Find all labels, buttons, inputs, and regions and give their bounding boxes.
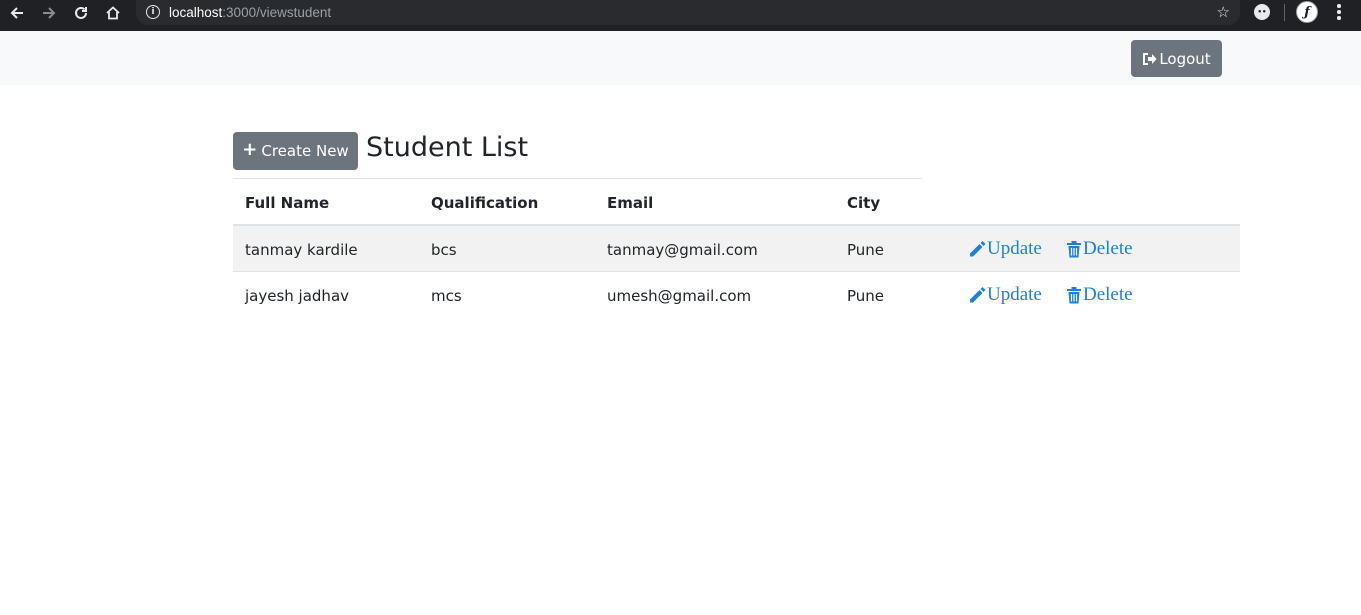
header-email: Email xyxy=(607,194,654,212)
cell-city: Pune xyxy=(847,287,885,305)
update-link[interactable]: Update xyxy=(968,284,1042,306)
delete-label: Delete xyxy=(1083,284,1133,305)
back-icon[interactable] xyxy=(4,0,30,26)
bookmark-star-icon[interactable]: ☆ xyxy=(1217,3,1230,21)
create-new-button[interactable]: + Create New xyxy=(233,132,358,170)
trash-icon xyxy=(1067,241,1081,258)
pencil-icon xyxy=(970,287,986,303)
table-row: jayesh jadhav mcs umesh@gmail.com Pune U… xyxy=(233,272,1240,318)
delete-link[interactable]: Delete xyxy=(1066,284,1133,306)
update-link[interactable]: Update xyxy=(968,238,1042,260)
header-qualification: Qualification xyxy=(431,194,539,212)
url-text[interactable]: localhost:3000/viewstudent xyxy=(169,4,331,21)
toolbar-divider xyxy=(1284,4,1285,21)
page-title: Student List xyxy=(366,132,529,163)
logout-label: Logout xyxy=(1159,49,1211,68)
update-label: Update xyxy=(987,284,1042,305)
profile-avatar[interactable]: ƒ xyxy=(1296,1,1318,23)
cell-full-name: jayesh jadhav xyxy=(245,287,350,305)
extension-icon[interactable]: •• xyxy=(1254,4,1270,20)
header-city: City xyxy=(847,194,881,212)
forward-icon[interactable] xyxy=(36,0,62,26)
table-header: Full Name Qualification Email City xyxy=(233,179,922,225)
cell-email: umesh@gmail.com xyxy=(607,287,752,305)
site-info-icon[interactable]: i xyxy=(146,5,160,19)
pencil-icon xyxy=(970,241,986,257)
header-full-name: Full Name xyxy=(245,194,330,212)
cell-city: Pune xyxy=(847,241,885,259)
plus-icon: + xyxy=(242,139,258,160)
cell-full-name: tanmay kardile xyxy=(245,241,358,259)
delete-link[interactable]: Delete xyxy=(1066,238,1133,260)
trash-icon xyxy=(1067,287,1081,304)
address-bar[interactable]: i localhost:3000/viewstudent ☆ xyxy=(136,0,1240,25)
app-navbar: Logout xyxy=(0,31,1361,85)
update-label: Update xyxy=(987,238,1042,259)
cell-email: tanmay@gmail.com xyxy=(607,241,758,259)
home-icon[interactable] xyxy=(100,0,126,26)
delete-label: Delete xyxy=(1083,238,1133,259)
logout-button[interactable]: Logout xyxy=(1131,40,1222,77)
create-new-label: Create New xyxy=(261,142,349,160)
browser-menu-icon[interactable] xyxy=(1332,3,1346,21)
cell-qualification: mcs xyxy=(431,287,462,305)
table-row: tanmay kardile bcs tanmay@gmail.com Pune… xyxy=(233,226,1240,272)
browser-toolbar: i localhost:3000/viewstudent ☆ •• ƒ xyxy=(0,0,1361,31)
cell-qualification: bcs xyxy=(431,241,457,259)
reload-icon[interactable] xyxy=(68,0,94,26)
sign-out-icon xyxy=(1143,52,1157,65)
